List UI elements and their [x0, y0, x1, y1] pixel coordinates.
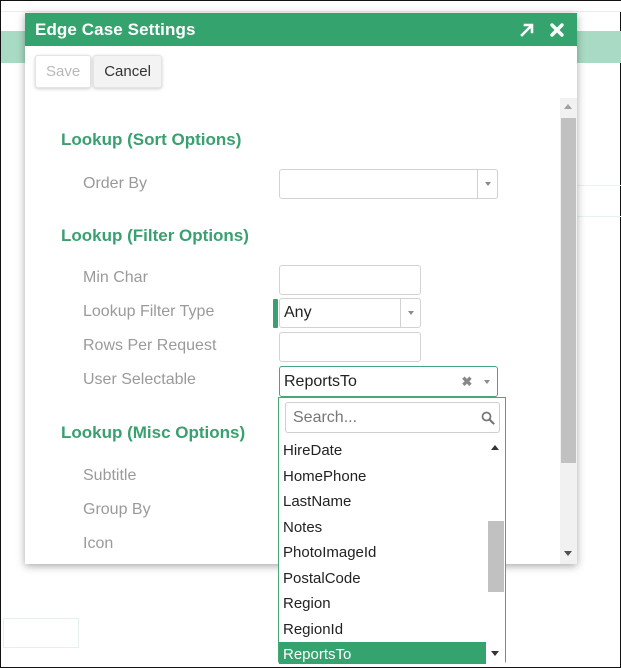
- scroll-down-arrow-icon[interactable]: [491, 651, 499, 656]
- list-item[interactable]: HomePhone: [279, 464, 487, 490]
- list-item[interactable]: RegionId: [279, 617, 487, 643]
- user-selectable-select[interactable]: ReportsTo ✖: [279, 366, 498, 397]
- group-by-label: Group By: [83, 501, 151, 518]
- dropdown-search[interactable]: [285, 402, 500, 433]
- scrollbar-thumb[interactable]: [561, 118, 576, 463]
- lookup-filter-type-label: Lookup Filter Type: [83, 303, 215, 320]
- list-item[interactable]: PhotoImageId: [279, 540, 487, 566]
- list-item[interactable]: Notes: [279, 515, 487, 541]
- order-by-label: Order By: [83, 175, 148, 192]
- save-button[interactable]: Save: [35, 55, 92, 88]
- dialog-header[interactable]: Edge Case Settings: [25, 13, 577, 46]
- icon-label: Icon: [83, 535, 114, 552]
- list-item[interactable]: HireDate: [279, 438, 487, 464]
- background-row: [577, 185, 621, 217]
- order-by-select[interactable]: [279, 169, 498, 199]
- scroll-up-arrow-icon[interactable]: [564, 104, 572, 109]
- clear-icon[interactable]: ✖: [457, 374, 477, 390]
- dialog-toolbar: Save Cancel: [35, 55, 162, 88]
- user-selectable-label: User Selectable: [83, 371, 196, 388]
- list-item[interactable]: LastName: [279, 489, 487, 515]
- scrollbar-thumb[interactable]: [488, 521, 504, 592]
- dropdown-search-input[interactable]: [291, 407, 477, 428]
- chevron-down-icon[interactable]: [400, 299, 420, 327]
- dropdown-scrollbar[interactable]: [486, 438, 505, 664]
- dialog-scrollbar[interactable]: [560, 98, 577, 564]
- rows-per-request-label: Rows Per Request: [83, 337, 217, 354]
- dialog-title: Edge Case Settings: [35, 19, 196, 39]
- cancel-button[interactable]: Cancel: [93, 55, 162, 88]
- scroll-down-arrow-icon[interactable]: [564, 551, 572, 556]
- user-selectable-dropdown: HireDate HomePhone LastName Notes PhotoI…: [278, 397, 506, 664]
- search-icon: [477, 411, 499, 425]
- chevron-down-icon[interactable]: [477, 379, 497, 384]
- lookup-filter-type-select[interactable]: Any: [279, 298, 421, 328]
- background-input: [3, 618, 79, 648]
- rows-per-request-input[interactable]: [279, 332, 421, 362]
- section-title-misc: Lookup (Misc Options): [61, 423, 246, 442]
- list-item-selected[interactable]: ReportsTo: [279, 642, 487, 664]
- required-indicator: [273, 299, 278, 328]
- list-item[interactable]: PostalCode: [279, 566, 487, 592]
- section-title-filter: Lookup (Filter Options): [61, 226, 249, 245]
- list-item[interactable]: Region: [279, 591, 487, 617]
- chevron-down-icon[interactable]: [477, 170, 497, 198]
- section-title-sort: Lookup (Sort Options): [61, 130, 242, 149]
- min-char-input[interactable]: [279, 265, 421, 295]
- lookup-filter-type-value: Any: [284, 304, 312, 321]
- close-icon[interactable]: [547, 20, 567, 40]
- background-topbar: [1, 1, 621, 12]
- scroll-up-arrow-icon[interactable]: [491, 445, 499, 450]
- expand-icon[interactable]: [517, 20, 537, 40]
- subtitle-label: Subtitle: [83, 467, 137, 484]
- user-selectable-value: ReportsTo: [284, 372, 357, 390]
- min-char-label: Min Char: [83, 269, 148, 286]
- dropdown-list: HireDate HomePhone LastName Notes PhotoI…: [279, 438, 487, 664]
